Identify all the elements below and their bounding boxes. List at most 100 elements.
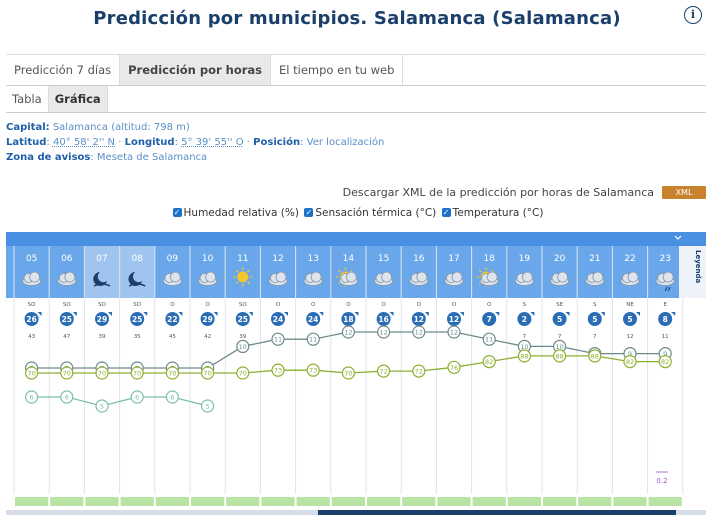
wind-gust-value: 47: [63, 334, 70, 340]
checkbox-humedad-label: Humedad relativa (%): [183, 207, 299, 219]
wind-gust-value: 39: [99, 334, 106, 340]
wind-gust-value: 45: [169, 334, 176, 340]
download-xml-text[interactable]: Descargar XML de la predicción por horas…: [343, 186, 654, 199]
series-point-label: 5: [206, 403, 210, 411]
cloud-puff: [169, 271, 181, 283]
wind-speed-value: 24: [273, 315, 283, 324]
wind-speed-value: 7: [487, 315, 492, 324]
wind-direction: S: [593, 302, 597, 308]
legend-label: Leyenda: [694, 250, 702, 284]
bottom-strip-cell: [367, 497, 401, 506]
series-point-label: 10: [239, 343, 247, 351]
capital-line: Capital: Salamanca (altitud: 798 m): [6, 122, 190, 133]
series-point-label: 70: [168, 370, 176, 378]
wind-speed-value: 18: [343, 315, 353, 324]
wind-direction: SO: [63, 302, 71, 308]
series-point-label: 88: [591, 352, 599, 360]
sub-tabs: Tabla Gráfica: [6, 86, 706, 113]
posicion-label: Posición: [253, 137, 301, 148]
series-point-label: 73: [309, 367, 317, 375]
bottom-strip-cell: [402, 497, 436, 506]
hour-label: 08: [131, 254, 143, 264]
wind-speed-value: 29: [97, 315, 107, 324]
wind-direction: SO: [133, 302, 141, 308]
wind-direction: O: [452, 302, 457, 308]
bottom-strip-cell: [648, 497, 682, 506]
wind-direction: O: [487, 302, 492, 308]
bottom-strip-cell: [155, 497, 189, 506]
hour-label: 14: [343, 254, 355, 264]
wind-speed-value: 8: [663, 315, 668, 324]
wind-speed-value: 25: [62, 315, 72, 324]
series-point-label: 11: [274, 336, 282, 344]
series-point-label: 6: [170, 394, 174, 402]
wind-speed-value: 5: [557, 315, 562, 324]
cloud-puff: [662, 271, 674, 283]
ver-localizacion-link[interactable]: Ver localización: [307, 137, 385, 148]
latitud-label: Latitud: [6, 137, 47, 148]
cloud-puff: [310, 271, 322, 283]
cloud-puff: [627, 271, 639, 283]
hour-label: 19: [519, 254, 531, 264]
series-point-label: 12: [344, 329, 352, 337]
wind-direction: SO: [98, 302, 106, 308]
hour-label: 13: [307, 254, 318, 264]
hour-label: 18: [483, 254, 495, 264]
hour-label: 23: [659, 254, 670, 264]
tab-prediccion-7-dias[interactable]: Predicción 7 días: [6, 55, 121, 85]
series-point-label: 6: [65, 394, 69, 402]
wind-direction: O: [346, 302, 351, 308]
wind-gust-value: 7: [558, 334, 562, 340]
series-point-label: 6: [135, 394, 139, 402]
series-point-label: 70: [63, 370, 71, 378]
wind-gust-value: 42: [204, 334, 211, 340]
cloud-puff: [29, 271, 41, 283]
xml-badge-button[interactable]: XML: [662, 186, 706, 199]
bottom-strip-cell: [296, 497, 330, 506]
wind-direction: O: [205, 302, 210, 308]
hour-label: 06: [61, 254, 73, 264]
tab-el-tiempo-en-tu-web[interactable]: El tiempo en tu web: [271, 55, 404, 85]
wind-speed-value: 26: [26, 315, 36, 324]
tab-prediccion-por-horas[interactable]: Predicción por horas: [120, 55, 272, 85]
checkbox-humedad[interactable]: ✓: [172, 208, 182, 217]
checkbox-temperatura[interactable]: ✓: [441, 208, 451, 217]
series-point-label: 72: [379, 368, 387, 376]
wind-direction: SO: [239, 302, 247, 308]
hour-label: 05: [26, 254, 37, 264]
coords-line: Latitud: 40° 58' 2'' N · Longitud: 5° 39…: [6, 137, 385, 148]
wind-gust-value: 39: [239, 334, 246, 340]
hour-label: 21: [589, 254, 600, 264]
scrollbar-thumb[interactable]: [318, 510, 676, 515]
wind-direction: S: [523, 302, 527, 308]
info-icon[interactable]: i: [684, 6, 702, 24]
series-point-label: 12: [450, 329, 458, 337]
bottom-strip-cell: [191, 497, 225, 506]
series-point-label: 70: [133, 370, 141, 378]
bottom-strip-cell: [85, 497, 119, 506]
cloud-puff: [64, 271, 76, 283]
hour-label: 15: [378, 254, 389, 264]
wind-gust-value: 7: [523, 334, 527, 340]
wind-direction: SO: [28, 302, 36, 308]
latitud-value: 40° 58' 2'' N: [52, 137, 116, 148]
series-point-label: 12: [415, 329, 423, 337]
bottom-strip-cell: [50, 497, 84, 506]
wind-speed-value: 25: [132, 315, 142, 324]
plot-bg: [6, 298, 679, 494]
tab-tabla[interactable]: Tabla: [6, 86, 49, 112]
checkbox-temperatura-label: Temperatura (°C): [452, 207, 544, 219]
checkbox-sensacion[interactable]: ✓: [304, 208, 314, 217]
capital-label: Capital:: [6, 122, 50, 133]
wind-gust-value: 43: [28, 334, 35, 340]
tab-grafica[interactable]: Gráfica: [48, 86, 108, 112]
wind-speed-value: 24: [308, 315, 318, 324]
wind-direction: O: [276, 302, 281, 308]
zona-line: Zona de avisos: Meseta de Salamanca: [6, 152, 207, 163]
bottom-strip-cell: [226, 497, 260, 506]
series-point-label: 6: [30, 394, 34, 402]
wind-direction: E: [663, 302, 667, 308]
series-point-label: 73: [274, 367, 282, 375]
bottom-strip-cell: [472, 497, 506, 506]
hour-label: 09: [167, 254, 179, 264]
